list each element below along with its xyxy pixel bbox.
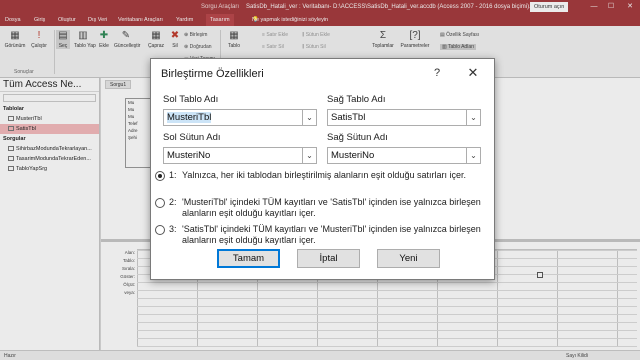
- option-number: 2:: [169, 197, 177, 207]
- left-table-value: MusteriTbl: [167, 112, 212, 123]
- right-column-value: MusteriNo: [331, 150, 375, 161]
- new-button[interactable]: Yeni: [377, 249, 440, 268]
- cancel-button[interactable]: İptal: [297, 249, 360, 268]
- help-button[interactable]: ?: [429, 65, 445, 81]
- left-column-select[interactable]: MusteriNo ⌄: [163, 147, 317, 164]
- join-properties-dialog: Birleştirme Özellikleri ? ✕ Sol Tablo Ad…: [150, 58, 495, 280]
- option-text: Yalnızca, her iki tablodan birleştirilmi…: [182, 170, 466, 180]
- join-option-2[interactable]: 2: 'MusteriTbl' içindeki TÜM kayıtları v…: [155, 196, 491, 220]
- chevron-down-icon[interactable]: ⌄: [302, 148, 316, 163]
- left-column-value: MusteriNo: [167, 150, 211, 161]
- option-text: 'SatisTbl' içindeki TÜM kayıtları ve 'Mu…: [182, 224, 481, 245]
- option-number: 3:: [169, 224, 177, 234]
- right-table-select[interactable]: SatisTbl ⌄: [327, 109, 481, 126]
- close-dialog-button[interactable]: ✕: [465, 65, 481, 81]
- right-column-label: Sağ Sütun Adı: [327, 132, 388, 143]
- left-table-label: Sol Tablo Adı: [163, 94, 219, 105]
- chevron-down-icon[interactable]: ⌄: [302, 110, 316, 125]
- chevron-down-icon[interactable]: ⌄: [466, 148, 480, 163]
- right-column-select[interactable]: MusteriNo ⌄: [327, 147, 481, 164]
- join-option-3[interactable]: 3: 'SatisTbl' içindeki TÜM kayıtları ve …: [155, 223, 491, 247]
- join-option-3-radio[interactable]: [155, 225, 165, 235]
- dialog-title: Birleştirme Özellikleri: [161, 68, 264, 80]
- join-option-1[interactable]: 1: Yalnızca, her iki tablodan birleştiri…: [155, 169, 491, 193]
- chevron-down-icon[interactable]: ⌄: [466, 110, 480, 125]
- option-number: 1:: [169, 170, 177, 180]
- option-text: 'MusteriTbl' içindeki TÜM kayıtları ve '…: [182, 197, 481, 218]
- left-table-select[interactable]: MusteriTbl ⌄: [163, 109, 317, 126]
- join-option-1-radio[interactable]: [155, 171, 165, 181]
- right-table-label: Sağ Tablo Adı: [327, 94, 386, 105]
- right-table-value: SatisTbl: [331, 112, 366, 123]
- ok-button[interactable]: Tamam: [217, 249, 280, 268]
- left-column-label: Sol Sütun Adı: [163, 132, 221, 143]
- join-option-2-radio[interactable]: [155, 198, 165, 208]
